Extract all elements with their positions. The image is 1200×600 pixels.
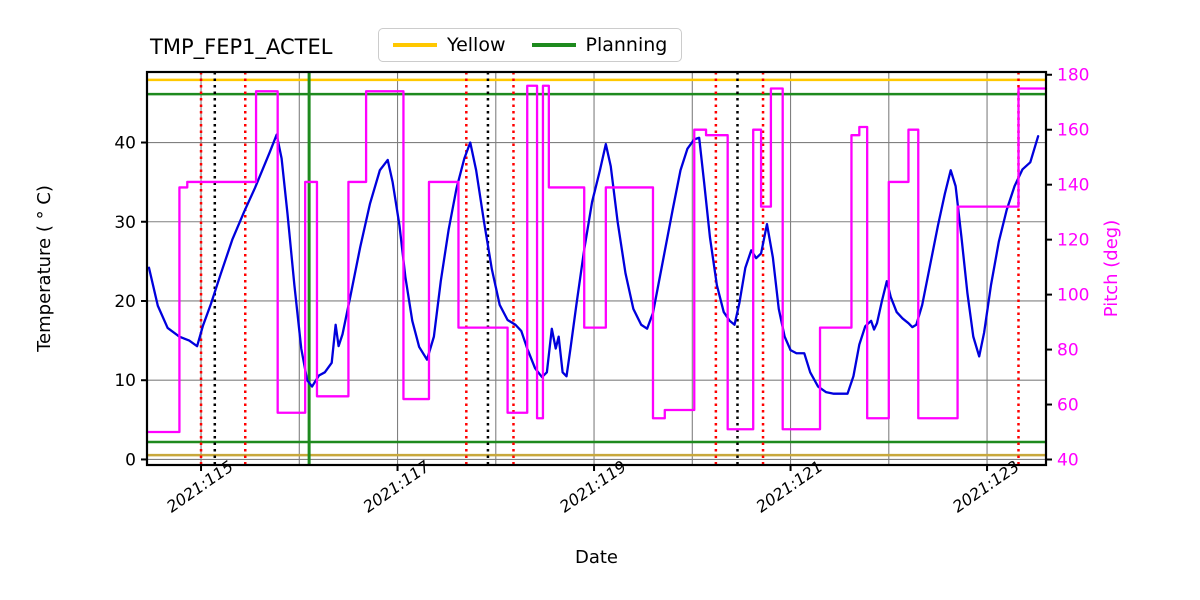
tick-label-y-left: 10: [114, 371, 136, 391]
tick-label-y-right: 140: [1057, 176, 1089, 196]
tick-label-y-right: 120: [1057, 231, 1089, 251]
legend-swatch-planning: [531, 43, 576, 47]
axis-label-x: Date: [575, 547, 618, 568]
tick-label-y-left: 30: [114, 213, 136, 233]
axis-label-y-right: Pitch (deg): [1101, 220, 1122, 318]
plot-area: [147, 72, 1046, 465]
tick-label-y-right: 40: [1057, 451, 1079, 471]
legend-item-planning[interactable]: Planning: [531, 34, 668, 56]
chart-svg: 0102030404060801001201401601802021:115 20…: [34, 35, 1122, 568]
tick-label-y-right: 60: [1057, 396, 1079, 416]
chart-legend: Yellow Planning: [378, 28, 683, 62]
tick-label-y-right: 100: [1057, 286, 1089, 306]
legend-item-yellow[interactable]: Yellow: [393, 34, 506, 56]
tick-label-y-left: 20: [114, 292, 136, 312]
legend-label: Planning: [585, 34, 668, 56]
tick-label-y-right: 80: [1057, 341, 1079, 361]
tick-label-y-right: 160: [1057, 121, 1089, 141]
tick-label-y-right: 180: [1057, 66, 1089, 86]
axis-label-y-left: Temperature ( ° C): [34, 185, 55, 353]
tick-label-y-left: 40: [114, 134, 136, 154]
legend-label: Yellow: [447, 34, 506, 56]
tick-label-y-left: 0: [125, 450, 136, 470]
chart-figure: 0 10 20 30 40 40 60 80 100 120 140 160 180 2021:115 20…: [0, 0, 1200, 600]
chart-title: TMP_FEP1_ACTEL: [149, 35, 333, 60]
legend-swatch-yellow: [393, 43, 437, 47]
